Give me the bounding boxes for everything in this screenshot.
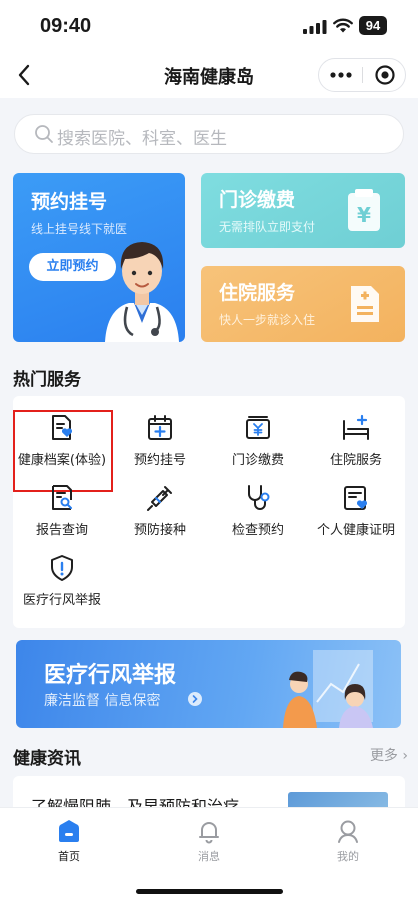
battery-indicator: 94: [359, 16, 387, 35]
service-inpatient[interactable]: 住院服务: [307, 413, 405, 483]
tab-messages[interactable]: 消息: [169, 818, 249, 864]
stethoscope-icon: [248, 485, 270, 510]
service-outpatient-payment[interactable]: 门诊缴费: [209, 413, 307, 483]
appointment-card-title: 预约挂号: [31, 191, 108, 213]
search-input[interactable]: 搜索医院、科室、医生: [14, 114, 404, 154]
bed-icon: [343, 414, 369, 440]
outpatient-card-title: 门诊缴费: [219, 189, 296, 211]
calendar-plus-icon: [148, 415, 172, 440]
tab-home[interactable]: 首页: [29, 818, 109, 864]
health-record-icon: [52, 415, 73, 440]
doctor-illustration: [105, 242, 179, 342]
appointment-card[interactable]: 预约挂号 线上挂号线下就医 立即预约: [13, 173, 185, 342]
search-icon: [35, 125, 53, 143]
banner-subtitle: 廉洁监督 信息保密: [44, 693, 161, 709]
health-news-title: 健康资讯: [13, 749, 81, 769]
service-label: 住院服务: [329, 453, 382, 468]
hot-services-title: 热门服务: [13, 370, 81, 390]
service-label: 门诊缴费: [231, 453, 284, 468]
inpatient-service-card[interactable]: 住院服务 快人一步就诊入住: [201, 266, 405, 342]
signal-icon: [303, 20, 327, 34]
hot-services-panel: 健康档案(体验) 预约挂号 门诊缴费 住院服务 报告查询 预防接种 检查预约 个…: [13, 396, 405, 628]
tab-label: 首页: [58, 850, 80, 863]
outpatient-payment-card[interactable]: 门诊缴费 无需排队立即支付 ¥: [201, 173, 405, 248]
yuan-receipt-icon: ¥: [348, 189, 380, 231]
banner-arrow-icon: [188, 692, 202, 706]
service-misconduct-report[interactable]: 医疗行风举报: [13, 553, 111, 623]
service-label: 预约挂号: [133, 453, 186, 468]
inpatient-card-title: 住院服务: [219, 282, 296, 304]
service-label: 医疗行风举报: [22, 593, 101, 608]
tab-label: 消息: [198, 850, 220, 863]
service-label: 报告查询: [35, 523, 88, 538]
banner-title: 医疗行风举报: [44, 663, 177, 688]
service-appointment[interactable]: 预约挂号: [111, 413, 209, 483]
service-label: 预防接种: [133, 523, 186, 538]
service-health-record[interactable]: 健康档案(体验): [13, 410, 113, 492]
bell-icon: [199, 822, 219, 844]
service-label: 个人健康证明: [316, 523, 395, 538]
service-vaccination[interactable]: 预防接种: [111, 483, 209, 553]
tab-label: 我的: [337, 850, 359, 863]
yuan-symbol: ¥: [357, 203, 371, 227]
news-more-label: 更多: [369, 748, 398, 764]
tab-profile[interactable]: 我的: [308, 818, 388, 864]
inpatient-document-icon: [351, 286, 379, 322]
service-report-query[interactable]: 报告查询: [13, 483, 111, 553]
misconduct-report-banner[interactable]: 医疗行风举报 廉洁监督 信息保密: [16, 640, 401, 728]
status-time: 09:40: [40, 15, 92, 37]
health-certificate-icon: [344, 486, 368, 510]
service-label: 检查预约: [231, 523, 284, 538]
news-more-link[interactable]: 更多 ›: [370, 745, 408, 765]
close-mini-program-icon[interactable]: [363, 59, 407, 91]
inpatient-card-subtitle: 快人一步就诊入住: [219, 313, 316, 327]
navigation-bar: 海南健康岛: [0, 52, 418, 98]
more-icon[interactable]: [319, 59, 363, 91]
shield-alert-icon: [51, 555, 73, 581]
report-search-icon: [52, 485, 72, 510]
search-placeholder: 搜索医院、科室、医生: [57, 129, 227, 149]
syringe-icon: [147, 486, 172, 511]
mini-program-capsule: [318, 58, 406, 92]
home-indicator: [136, 889, 283, 894]
status-bar: 09:40 94: [0, 0, 418, 52]
outpatient-card-subtitle: 无需排队立即支付: [219, 220, 316, 234]
user-icon: [338, 820, 358, 843]
home-icon: [59, 820, 79, 842]
service-health-certificate[interactable]: 个人健康证明: [307, 483, 405, 553]
wifi-icon: [333, 18, 353, 33]
banner-illustration: [283, 650, 373, 728]
payment-icon: [246, 416, 270, 439]
service-exam-booking[interactable]: 检查预约: [209, 483, 307, 553]
service-label: 健康档案(体验): [17, 453, 107, 468]
